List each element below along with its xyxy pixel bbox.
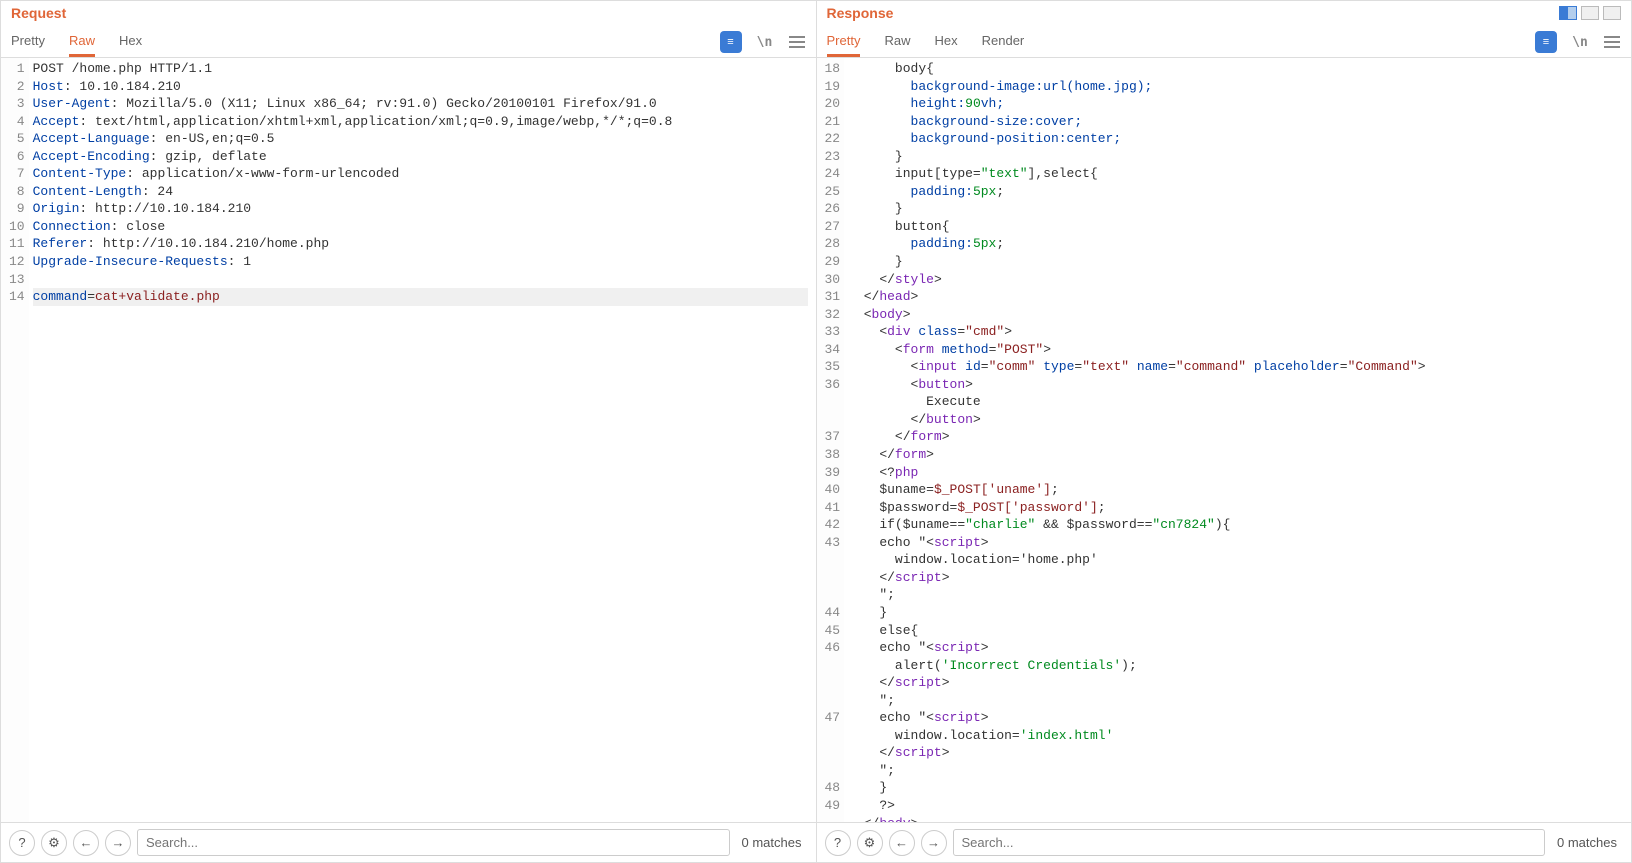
request-code[interactable]: POST /home.php HTTP/1.1Host: 10.10.184.2…: [29, 58, 816, 822]
gear-icon[interactable]: ⚙: [41, 830, 67, 856]
request-tab-icons: ≡ \n: [720, 31, 806, 53]
response-tab-row: Pretty Raw Hex Render ≡ \n: [817, 27, 1632, 58]
newline-toggle-icon[interactable]: \n: [756, 33, 774, 51]
request-title: Request: [11, 5, 66, 21]
menu-icon[interactable]: [788, 33, 806, 51]
request-tabs: Pretty Raw Hex: [11, 27, 142, 57]
request-match-count: 0 matches: [736, 835, 808, 850]
response-header: Response: [817, 1, 1632, 21]
tab-hex[interactable]: Hex: [934, 27, 957, 57]
nav-back-icon[interactable]: ←: [73, 830, 99, 856]
actions-icon[interactable]: ≡: [1535, 31, 1557, 53]
tab-pretty[interactable]: Pretty: [827, 27, 861, 57]
response-code[interactable]: body{ background-image:url(home.jpg); he…: [844, 58, 1631, 822]
request-search-input[interactable]: [137, 829, 730, 856]
nav-fwd-icon[interactable]: →: [105, 830, 131, 856]
request-editor[interactable]: 1234567891011121314 POST /home.php HTTP/…: [1, 58, 816, 822]
layout-single-icon[interactable]: [1603, 6, 1621, 20]
response-match-count: 0 matches: [1551, 835, 1623, 850]
app-container: Request Pretty Raw Hex ≡ \n 12345678910111…: [0, 0, 1632, 863]
help-icon[interactable]: ?: [9, 830, 35, 856]
response-gutter: 18192021222324252627282930313233343536 3…: [817, 58, 845, 822]
response-title: Response: [827, 5, 894, 21]
tab-render[interactable]: Render: [982, 27, 1025, 57]
response-search-input[interactable]: [953, 829, 1546, 856]
actions-icon[interactable]: ≡: [720, 31, 742, 53]
newline-toggle-icon[interactable]: \n: [1571, 33, 1589, 51]
request-pane: Request Pretty Raw Hex ≡ \n 12345678910111…: [0, 0, 817, 863]
request-footer: ? ⚙ ← → 0 matches: [1, 822, 816, 862]
tab-hex[interactable]: Hex: [119, 27, 142, 57]
layout-buttons: [1559, 6, 1621, 20]
gear-icon[interactable]: ⚙: [857, 830, 883, 856]
layout-split-horizontal-icon[interactable]: [1581, 6, 1599, 20]
layout-split-vertical-icon[interactable]: [1559, 6, 1577, 20]
tab-raw[interactable]: Raw: [884, 27, 910, 57]
request-gutter: 1234567891011121314: [1, 58, 29, 822]
tab-pretty[interactable]: Pretty: [11, 27, 45, 57]
request-header: Request: [1, 1, 816, 21]
menu-icon[interactable]: [1603, 33, 1621, 51]
nav-fwd-icon[interactable]: →: [921, 830, 947, 856]
response-tab-icons: ≡ \n: [1535, 31, 1621, 53]
response-footer: ? ⚙ ← → 0 matches: [817, 822, 1632, 862]
response-editor[interactable]: 18192021222324252627282930313233343536 3…: [817, 58, 1632, 822]
response-pane: Response Pretty Raw Hex Render ≡ \n 1819202…: [817, 0, 1632, 863]
request-tab-row: Pretty Raw Hex ≡ \n: [1, 27, 816, 58]
tab-raw[interactable]: Raw: [69, 27, 95, 57]
nav-back-icon[interactable]: ←: [889, 830, 915, 856]
response-tabs: Pretty Raw Hex Render: [827, 27, 1025, 57]
help-icon[interactable]: ?: [825, 830, 851, 856]
